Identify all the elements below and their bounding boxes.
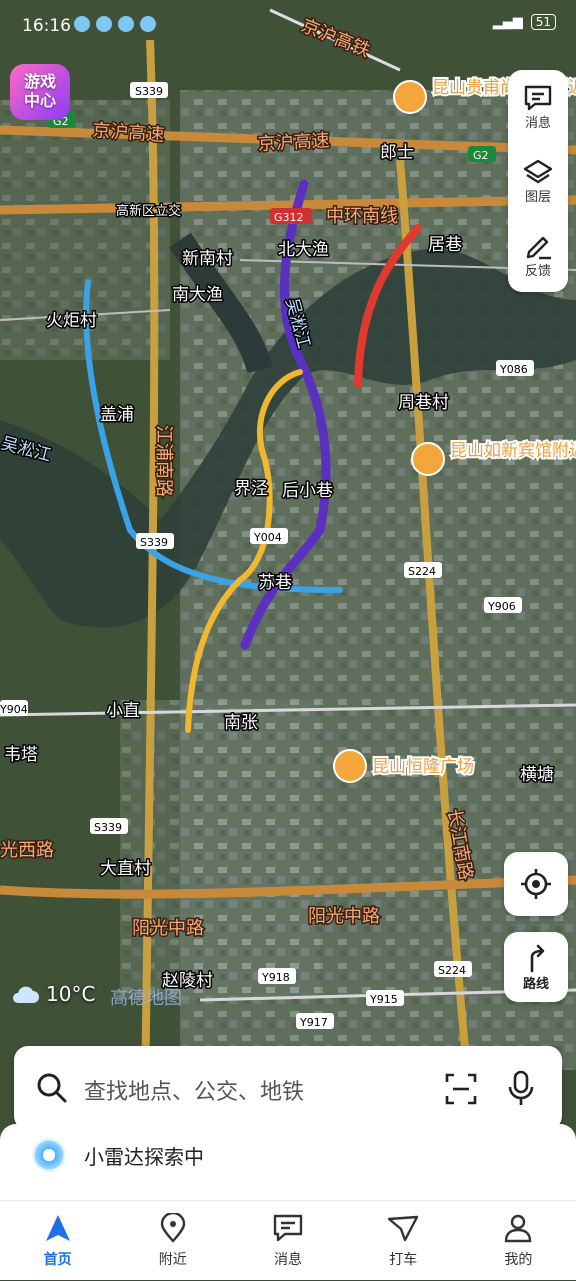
poi-henglong-name: 昆山恒隆广场 bbox=[372, 757, 474, 777]
messages-button[interactable]: 消息 bbox=[508, 70, 568, 144]
radar-label: 小雷达探索中 bbox=[84, 1144, 204, 1169]
label-guangxi: 光西路 bbox=[0, 840, 54, 861]
layers-icon bbox=[523, 159, 553, 183]
layers-button[interactable]: 图层 bbox=[508, 144, 568, 218]
shield-y004: Y004 bbox=[253, 531, 282, 544]
status-bar: 16:16 ▂▄▆ 51 bbox=[0, 0, 576, 52]
place-nandayu: 南大渔 bbox=[172, 285, 223, 305]
locate-icon bbox=[521, 869, 551, 899]
place-xiaozhi: 小直 bbox=[106, 701, 140, 721]
user-icon bbox=[505, 1214, 532, 1243]
chat-bubble-icon bbox=[273, 1214, 303, 1242]
place-gaipu: 盖浦 bbox=[100, 405, 134, 425]
place-suxiang: 苏巷 bbox=[258, 573, 292, 593]
shield-y917: Y917 bbox=[299, 1016, 328, 1029]
tab-messages[interactable]: 消息 bbox=[230, 1201, 345, 1281]
label-jiangpu: 江浦南路 bbox=[153, 425, 174, 497]
place-nanzhang: 南张 bbox=[224, 713, 258, 733]
satellite-map: 京沪高铁 京沪高速 京沪高速 中环南线 阳光中路 阳光中路 光西路 江浦南路 长… bbox=[0, 0, 576, 1200]
shield-y918: Y918 bbox=[261, 971, 290, 984]
place-gaoxin: 高新区立交 bbox=[116, 203, 181, 219]
game-center-line2: 中心 bbox=[23, 91, 56, 110]
tab-taxi-label: 打车 bbox=[389, 1252, 418, 1268]
place-juxiang: 居巷 bbox=[428, 235, 462, 255]
label-yangguang-2: 阳光中路 bbox=[308, 906, 380, 927]
scan-icon[interactable] bbox=[444, 1072, 478, 1106]
tab-home[interactable]: 首页 bbox=[0, 1201, 115, 1281]
route-label: 路线 bbox=[522, 976, 549, 992]
radar-icon bbox=[32, 1138, 66, 1172]
place-huoju: 火炬村 bbox=[46, 311, 97, 331]
label-zhonghuan: 中环南线 bbox=[326, 206, 398, 227]
shield-y904: Y904 bbox=[0, 703, 28, 716]
taxi-icon bbox=[388, 1215, 419, 1242]
place-hengtang: 横塘 bbox=[520, 765, 554, 785]
place-houxiaoxiang: 后小巷 bbox=[282, 481, 333, 501]
label-jinghu-gaosu-2: 京沪高速 bbox=[257, 130, 330, 155]
tab-taxi[interactable]: 打车 bbox=[346, 1201, 461, 1281]
shield-g312: G312 bbox=[274, 211, 304, 224]
feedback-label: 反馈 bbox=[524, 263, 551, 279]
status-time: 16:16 bbox=[22, 16, 71, 36]
radar-row[interactable]: 小雷达探索中 bbox=[32, 1138, 204, 1172]
place-langshi: 郎士 bbox=[380, 143, 414, 163]
cloud-icon bbox=[13, 986, 39, 1003]
app-icon bbox=[74, 16, 90, 32]
route-icon bbox=[530, 944, 545, 972]
weather-widget[interactable]: 10°C bbox=[10, 982, 95, 1006]
label-yangguang-1: 阳光中路 bbox=[132, 918, 204, 939]
map-watermark: 高德地图 bbox=[110, 988, 182, 1009]
app-icon bbox=[96, 16, 112, 32]
place-jiezhu: 界泾 bbox=[234, 479, 268, 499]
side-tool-panel: 消息 图层 反馈 bbox=[508, 70, 568, 292]
place-xinnan: 新南村 bbox=[182, 249, 233, 269]
search-placeholder: 查找地点、公交、地铁 bbox=[84, 1080, 305, 1105]
tab-messages-label: 消息 bbox=[274, 1252, 302, 1268]
bottom-sheet: 小雷达探索中 首页 附近 消息 打车 我的 bbox=[0, 1124, 576, 1280]
notification-icons bbox=[74, 16, 156, 32]
tab-home-label: 首页 bbox=[43, 1252, 72, 1268]
place-dazhi: 大直村 bbox=[100, 859, 151, 879]
shield-s224-a: S224 bbox=[408, 565, 436, 578]
tab-mine-label: 我的 bbox=[504, 1252, 533, 1268]
shield-y086: Y086 bbox=[499, 363, 528, 376]
tab-nearby[interactable]: 附近 bbox=[115, 1201, 230, 1281]
search-icon bbox=[37, 1073, 67, 1103]
map-view[interactable]: 京沪高铁 京沪高速 京沪高速 中环南线 阳光中路 阳光中路 光西路 江浦南路 长… bbox=[0, 0, 576, 1200]
messages-label: 消息 bbox=[524, 115, 551, 131]
message-icon bbox=[524, 85, 552, 110]
status-right: ▂▄▆ 51 bbox=[493, 14, 556, 30]
layers-label: 图层 bbox=[524, 189, 551, 205]
shield-y915: Y915 bbox=[369, 993, 398, 1006]
place-weita: 韦塔 bbox=[4, 745, 38, 765]
tab-mine[interactable]: 我的 bbox=[461, 1201, 576, 1281]
shield-s339-b: S339 bbox=[140, 536, 168, 549]
location-pin-icon bbox=[160, 1213, 185, 1243]
search-bar[interactable]: 查找地点、公交、地铁 bbox=[14, 1046, 562, 1130]
weather-temp: 10°C bbox=[46, 982, 96, 1006]
app-icon bbox=[140, 16, 156, 32]
game-center-line1: 游戏 bbox=[23, 72, 56, 91]
shield-s224-b: S224 bbox=[438, 964, 466, 977]
locate-button[interactable] bbox=[504, 852, 568, 916]
feedback-button[interactable]: 反馈 bbox=[508, 218, 568, 292]
pencil-icon bbox=[526, 236, 551, 259]
route-button[interactable]: 路线 bbox=[504, 932, 568, 1002]
shield-g2-b: G2 bbox=[473, 149, 489, 162]
shield-s339-a: S339 bbox=[135, 85, 163, 98]
place-beidayu: 北大渔 bbox=[278, 240, 329, 260]
navigation-arrow-icon bbox=[45, 1215, 70, 1241]
battery-indicator: 51 bbox=[530, 14, 556, 30]
microphone-icon[interactable] bbox=[506, 1070, 536, 1108]
signal-icon: ▂▄▆ bbox=[492, 14, 523, 30]
shield-s339-c: S339 bbox=[94, 821, 122, 834]
app-icon bbox=[118, 16, 134, 32]
game-center-badge[interactable]: 游戏 中心 bbox=[10, 64, 70, 120]
bottom-nav: 首页 附近 消息 打车 我的 bbox=[0, 1200, 576, 1281]
poi-rx-hotel-name: 昆山如新宾馆附近 bbox=[450, 441, 576, 461]
shield-y906: Y906 bbox=[487, 600, 516, 613]
tab-nearby-label: 附近 bbox=[158, 1252, 187, 1268]
place-zhouxiang: 周巷村 bbox=[398, 393, 449, 413]
